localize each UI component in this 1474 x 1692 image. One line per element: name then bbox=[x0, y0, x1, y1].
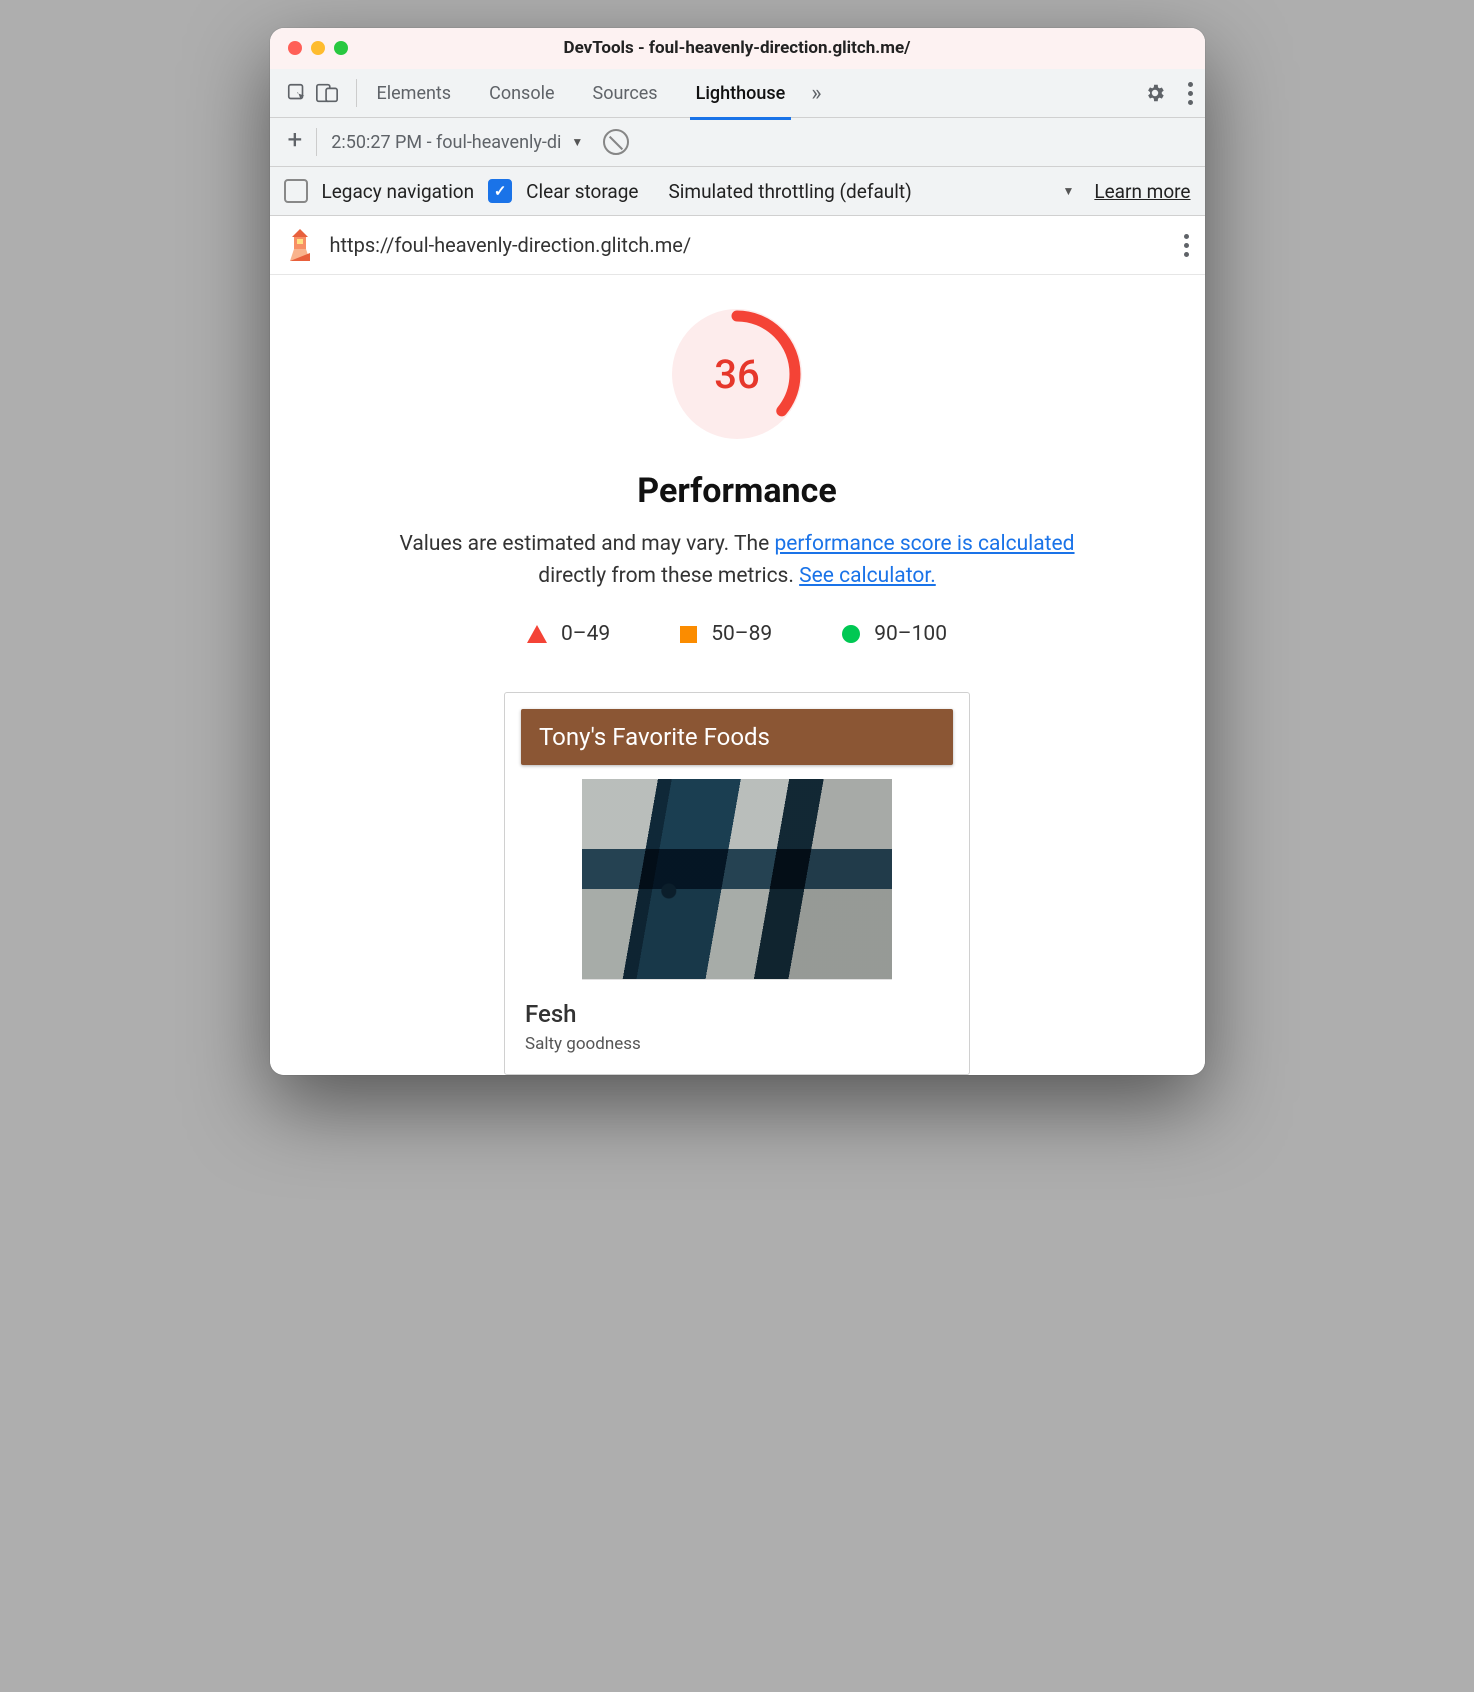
legend-average: 50–89 bbox=[680, 622, 772, 646]
report-selector[interactable]: 2:50:27 PM - foul-heavenly-di ▼ bbox=[331, 132, 583, 153]
chevron-down-icon: ▼ bbox=[571, 135, 583, 149]
screenshot-item-subtitle: Salty goodness bbox=[525, 1034, 949, 1054]
triangle-icon bbox=[527, 625, 547, 643]
devtools-tabbar: Elements Console Sources Lighthouse » bbox=[270, 69, 1205, 118]
throttling-dropdown-icon[interactable]: ▼ bbox=[1062, 184, 1074, 198]
tab-label: Lighthouse bbox=[696, 83, 786, 104]
screenshot-item-title: Fesh bbox=[525, 1000, 949, 1028]
report-url: https://foul-heavenly-direction.glitch.m… bbox=[330, 233, 692, 257]
devtools-menu-icon[interactable] bbox=[1188, 82, 1193, 105]
score-legend: 0–49 50–89 90–100 bbox=[270, 622, 1205, 646]
page-screenshot: Tony's Favorite Foods Fesh Salty goodnes… bbox=[504, 692, 970, 1075]
tab-label: Console bbox=[489, 83, 554, 104]
learn-more-link[interactable]: Learn more bbox=[1094, 180, 1190, 203]
report-menu-icon[interactable] bbox=[1184, 234, 1189, 257]
square-icon bbox=[680, 626, 697, 643]
legend-fail: 0–49 bbox=[527, 622, 610, 646]
close-window-button[interactable] bbox=[288, 41, 302, 55]
tab-label: Elements bbox=[377, 83, 452, 104]
window-title: DevTools - foul-heavenly-direction.glitc… bbox=[270, 38, 1205, 58]
new-report-button[interactable]: + bbox=[282, 127, 313, 157]
zoom-window-button[interactable] bbox=[334, 41, 348, 55]
legend-label: 90–100 bbox=[874, 622, 947, 646]
legacy-navigation-label: Legacy navigation bbox=[322, 180, 475, 203]
more-tabs-icon[interactable]: » bbox=[811, 81, 821, 106]
report-selector-label: 2:50:27 PM - foul-heavenly-di bbox=[331, 132, 561, 153]
minimize-window-button[interactable] bbox=[311, 41, 325, 55]
clear-storage-label: Clear storage bbox=[526, 180, 638, 203]
clear-all-icon[interactable] bbox=[603, 129, 629, 155]
tab-lighthouse[interactable]: Lighthouse bbox=[690, 69, 792, 120]
category-description: Values are estimated and may vary. The p… bbox=[387, 529, 1087, 592]
inspect-element-icon[interactable] bbox=[282, 78, 312, 108]
separator bbox=[356, 79, 357, 107]
performance-score: 36 bbox=[672, 309, 802, 439]
legend-label: 0–49 bbox=[561, 622, 610, 646]
tab-console[interactable]: Console bbox=[483, 69, 560, 120]
lighthouse-options: Legacy navigation ✓ Clear storage Simula… bbox=[270, 167, 1205, 216]
legacy-navigation-checkbox[interactable] bbox=[284, 179, 308, 203]
screenshot-header: Tony's Favorite Foods bbox=[521, 709, 953, 765]
performance-gauge: 36 bbox=[672, 309, 802, 439]
report-content: 36 Performance Values are estimated and … bbox=[270, 275, 1205, 1075]
clear-storage-checkbox[interactable]: ✓ bbox=[488, 179, 512, 203]
desc-text: Values are estimated and may vary. The bbox=[399, 532, 774, 556]
tab-elements[interactable]: Elements bbox=[371, 69, 458, 120]
tab-sources[interactable]: Sources bbox=[587, 69, 664, 120]
category-title: Performance bbox=[270, 471, 1205, 511]
legend-pass: 90–100 bbox=[842, 622, 947, 646]
screenshot-image bbox=[582, 779, 892, 980]
lighthouse-toolbar: + 2:50:27 PM - foul-heavenly-di ▼ bbox=[270, 118, 1205, 167]
window-titlebar: DevTools - foul-heavenly-direction.glitc… bbox=[270, 28, 1205, 69]
device-toolbar-icon[interactable] bbox=[312, 78, 342, 108]
lighthouse-icon bbox=[286, 229, 314, 261]
desc-text: directly from these metrics. bbox=[538, 564, 799, 588]
traffic-lights bbox=[288, 41, 348, 55]
panel-tabs: Elements Console Sources Lighthouse bbox=[371, 69, 792, 117]
devtools-window: DevTools - foul-heavenly-direction.glitc… bbox=[270, 28, 1205, 1075]
report-url-row: https://foul-heavenly-direction.glitch.m… bbox=[270, 216, 1205, 275]
circle-icon bbox=[842, 625, 860, 643]
separator bbox=[316, 128, 317, 156]
perf-score-link[interactable]: performance score is calculated bbox=[774, 532, 1074, 556]
legend-label: 50–89 bbox=[711, 622, 772, 646]
throttling-label: Simulated throttling (default) bbox=[669, 180, 912, 203]
see-calculator-link[interactable]: See calculator. bbox=[799, 564, 936, 588]
settings-gear-icon[interactable] bbox=[1140, 78, 1170, 108]
tab-label: Sources bbox=[593, 83, 658, 104]
